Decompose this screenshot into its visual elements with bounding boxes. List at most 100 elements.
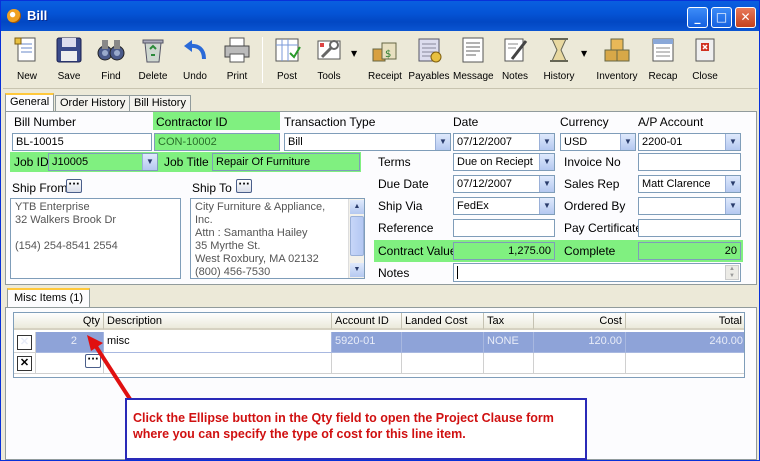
- ship-via-select[interactable]: FedEx ▼: [453, 197, 555, 215]
- recap-button[interactable]: Recap: [645, 33, 681, 87]
- chevron-down-icon[interactable]: ▼: [539, 198, 554, 214]
- cost-cell[interactable]: [534, 353, 626, 374]
- ship-to-ellipsis-button[interactable]: ···: [236, 179, 252, 193]
- due-date-field[interactable]: 07/12/2007 ▼: [453, 175, 555, 193]
- chevron-down-icon[interactable]: ▼: [539, 154, 554, 170]
- transaction-type-select[interactable]: Bill ▼: [284, 133, 451, 151]
- undo-button[interactable]: Undo: [177, 33, 213, 87]
- landed-cost-cell[interactable]: [402, 332, 484, 353]
- ship-from-address[interactable]: YTB Enterprise 32 Walkers Brook Dr (154)…: [10, 198, 181, 279]
- ship-from-ellipsis-button[interactable]: ···: [66, 179, 82, 193]
- invoice-no-label: Invoice No: [564, 155, 621, 169]
- chevron-down-icon[interactable]: ▼: [435, 134, 450, 150]
- column-header-account-id[interactable]: Account ID: [332, 313, 402, 330]
- svg-text:$: $: [385, 49, 391, 60]
- receipt-button[interactable]: $ Receipt: [365, 33, 405, 87]
- account-id-cell[interactable]: [332, 353, 402, 374]
- column-header-tax[interactable]: Tax: [484, 313, 534, 330]
- ship-via-label: Ship Via: [378, 199, 423, 213]
- chevron-down-icon[interactable]: ▼: [142, 154, 157, 170]
- bill-number-field[interactable]: BL-10015: [12, 133, 152, 151]
- instruction-callout: Click the Ellipse button in the Qty fiel…: [125, 398, 587, 460]
- toolbar-separator: [262, 37, 263, 83]
- tab-general[interactable]: General: [5, 93, 55, 112]
- post-button[interactable]: Post: [269, 33, 305, 87]
- chevron-down-icon[interactable]: ▼: [620, 134, 635, 150]
- terms-select[interactable]: Due on Reciept ▼: [453, 153, 555, 171]
- total-cell[interactable]: 240.00: [626, 332, 744, 353]
- column-header-description[interactable]: Description: [104, 313, 332, 330]
- notes-button[interactable]: Notes: [497, 33, 533, 87]
- reference-field[interactable]: [453, 219, 555, 237]
- column-header-landed-cost[interactable]: Landed Cost: [402, 313, 484, 330]
- landed-cost-cell[interactable]: [402, 353, 484, 374]
- close-button[interactable]: Close: [687, 33, 723, 87]
- bill-window: Bill _ □ ✕ New Save Find Delete Undo Pri…: [0, 0, 760, 461]
- account-id-cell[interactable]: 5920-01: [332, 332, 402, 353]
- delete-button[interactable]: Delete: [135, 33, 171, 87]
- column-header-cost[interactable]: Cost: [534, 313, 626, 330]
- notes-icon: [504, 38, 528, 62]
- terms-value: Due on Reciept: [457, 156, 533, 168]
- tax-cell[interactable]: [484, 353, 534, 374]
- contractor-id-field[interactable]: CON-10002: [154, 133, 280, 151]
- find-button[interactable]: Find: [93, 33, 129, 87]
- invoice-no-field[interactable]: [638, 153, 741, 171]
- scroll-down-icon[interactable]: ▼: [350, 263, 364, 277]
- delete-row-icon[interactable]: ✕: [17, 356, 32, 371]
- scroll-up-icon[interactable]: ▲: [350, 200, 364, 214]
- total-cell[interactable]: [626, 353, 744, 374]
- reference-label: Reference: [378, 221, 434, 235]
- job-id-select[interactable]: J10005 ▼: [48, 153, 158, 171]
- complete-field[interactable]: 20: [638, 242, 741, 260]
- ship-to-label: Ship To: [192, 181, 232, 195]
- scroll-thumb[interactable]: [350, 216, 364, 256]
- close-window-button[interactable]: ✕: [735, 7, 756, 28]
- ap-account-select[interactable]: 2200-01 ▼: [638, 133, 741, 151]
- tools-button[interactable]: Tools: [311, 33, 347, 87]
- cost-cell[interactable]: 120.00: [534, 332, 626, 353]
- chevron-down-icon[interactable]: ▼: [725, 176, 740, 192]
- payables-button[interactable]: Payables: [407, 33, 451, 87]
- currency-label: Currency: [560, 115, 609, 129]
- bill-number-label: Bill Number: [14, 115, 77, 129]
- chevron-down-icon[interactable]: ▼: [539, 134, 554, 150]
- delete-row-icon[interactable]: ✕: [17, 335, 32, 350]
- ordered-by-select[interactable]: ▼: [638, 197, 741, 215]
- ship-to-address[interactable]: City Furniture & Appliance, Inc. Attn : …: [190, 198, 365, 279]
- job-title-label: Job Title: [164, 155, 209, 169]
- undo-arrow-icon: [184, 40, 206, 60]
- print-button[interactable]: Print: [219, 33, 255, 87]
- window-title: Bill: [27, 8, 48, 23]
- inventory-button[interactable]: Inventory: [595, 33, 639, 87]
- chevron-down-icon[interactable]: ▼: [725, 198, 740, 214]
- minimize-button[interactable]: _: [687, 7, 708, 28]
- tools-dropdown-arrow-icon[interactable]: ▼: [351, 49, 357, 58]
- due-date-value: 07/12/2007: [457, 178, 513, 190]
- contract-value-field[interactable]: 1,275.00: [453, 242, 555, 260]
- message-button[interactable]: Message: [453, 33, 494, 87]
- job-title-field[interactable]: Repair Of Furniture: [212, 153, 360, 171]
- tab-bill-history[interactable]: Bill History: [129, 95, 191, 112]
- history-button[interactable]: History: [539, 33, 579, 87]
- column-header-total[interactable]: Total: [626, 313, 744, 330]
- ship-to-scrollbar[interactable]: ▲ ▼: [348, 199, 364, 278]
- ship-via-value: FedEx: [457, 200, 489, 212]
- maximize-button[interactable]: □: [711, 7, 732, 28]
- chevron-down-icon[interactable]: ▼: [725, 134, 740, 150]
- new-button[interactable]: New: [9, 33, 45, 87]
- save-button[interactable]: Save: [51, 33, 87, 87]
- column-header-qty[interactable]: Qty: [14, 313, 104, 330]
- date-field[interactable]: 07/12/2007 ▼: [453, 133, 555, 151]
- notes-spin-icon[interactable]: ▲ ▼: [725, 265, 739, 280]
- notes-field[interactable]: ▲ ▼: [453, 263, 741, 282]
- pay-certificate-field[interactable]: [638, 219, 741, 237]
- tax-cell[interactable]: NONE: [484, 332, 534, 353]
- currency-select[interactable]: USD ▼: [560, 133, 636, 151]
- tab-order-history[interactable]: Order History: [55, 95, 131, 112]
- chevron-down-icon[interactable]: ▼: [539, 176, 554, 192]
- sales-rep-select[interactable]: Matt Clarence ▼: [638, 175, 741, 193]
- currency-value: USD: [564, 136, 588, 148]
- tab-misc-items[interactable]: Misc Items (1): [7, 288, 91, 308]
- history-dropdown-arrow-icon[interactable]: ▼: [581, 49, 587, 58]
